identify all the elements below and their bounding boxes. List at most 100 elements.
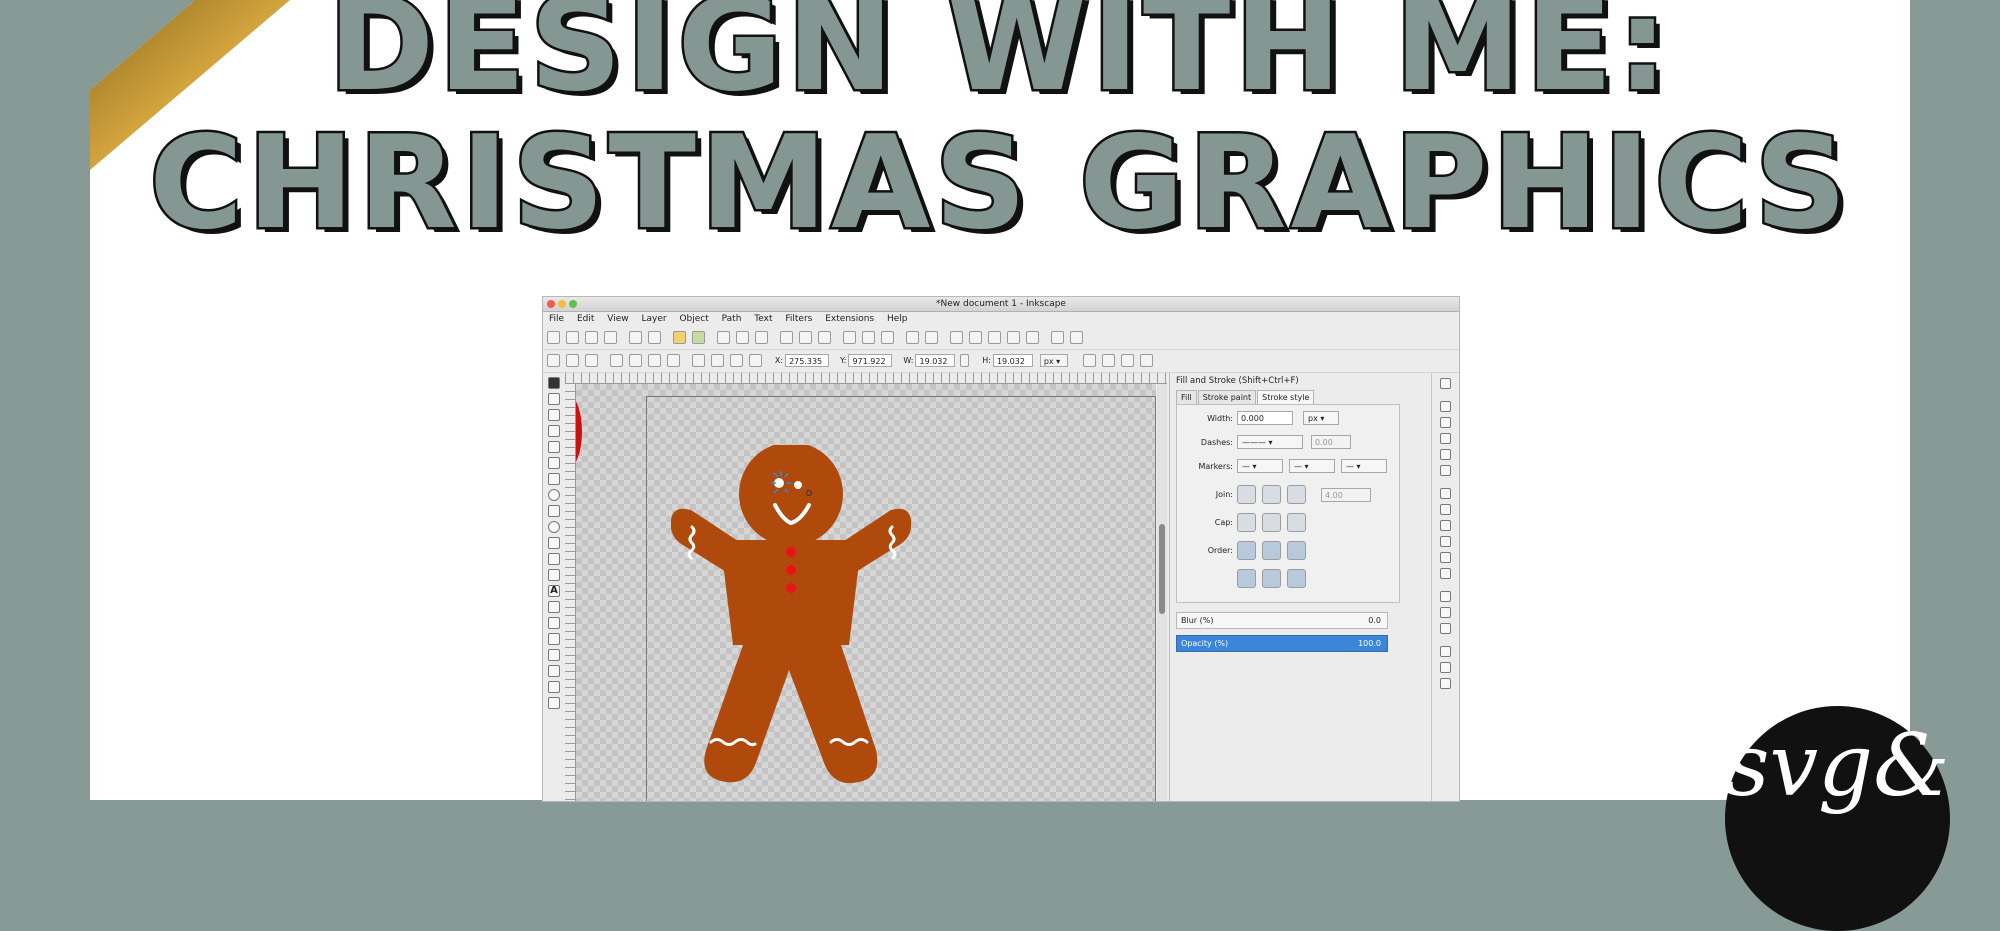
ellipse-tool-icon[interactable] xyxy=(548,489,560,501)
gingerbread-man[interactable] xyxy=(670,442,931,785)
cap-square-button[interactable] xyxy=(1287,513,1306,532)
join-bevel-button[interactable] xyxy=(1287,485,1306,504)
tab-fill[interactable]: Fill xyxy=(1176,390,1197,405)
scrollbar-thumb[interactable] xyxy=(1159,524,1165,614)
menu-text[interactable]: Text xyxy=(754,314,772,324)
lock-ratio-icon[interactable] xyxy=(960,354,970,367)
snap-bbox-midpoints-icon[interactable] xyxy=(1440,449,1451,460)
spiral-tool-icon[interactable] xyxy=(548,521,560,533)
ungroup-icon[interactable] xyxy=(925,331,938,344)
move-patterns-icon[interactable] xyxy=(1139,354,1153,367)
pencil-tool-icon[interactable] xyxy=(548,537,560,549)
cut-icon[interactable] xyxy=(736,331,749,344)
open-icon[interactable] xyxy=(566,331,579,344)
redo-icon[interactable] xyxy=(692,331,705,344)
order-stroke-fill-markers-button[interactable] xyxy=(1262,541,1281,560)
zoom-selection-icon[interactable] xyxy=(780,331,793,344)
flip-horizontal-icon[interactable] xyxy=(648,354,661,367)
miter-limit-field[interactable]: 4.00 xyxy=(1321,488,1371,502)
rectangle-tool-icon[interactable] xyxy=(548,457,560,469)
scale-stroke-icon[interactable] xyxy=(1082,354,1096,367)
dashes-offset-field[interactable]: 0.00 xyxy=(1311,435,1351,449)
paste-icon[interactable] xyxy=(755,331,768,344)
blur-slider[interactable]: Blur (%) 0.0 xyxy=(1176,612,1388,629)
dropper-tool-icon[interactable] xyxy=(548,681,560,693)
text-tool-icon[interactable]: A xyxy=(548,585,560,597)
raise-to-top-icon[interactable] xyxy=(692,354,705,367)
spray-tool-icon[interactable] xyxy=(548,601,560,613)
width-unit-select[interactable]: px ▾ xyxy=(1303,411,1339,425)
join-round-button[interactable] xyxy=(1262,485,1281,504)
measure-tool-icon[interactable] xyxy=(548,441,560,453)
copy-icon[interactable] xyxy=(717,331,730,344)
zoom-tool-icon[interactable] xyxy=(548,425,560,437)
scale-corners-icon[interactable] xyxy=(1101,354,1115,367)
start-marker-select[interactable]: — ▾ xyxy=(1237,459,1283,473)
y-field[interactable]: 971.922 xyxy=(848,354,893,367)
vertical-scrollbar[interactable] xyxy=(1157,384,1167,801)
xml-editor-icon[interactable] xyxy=(988,331,1001,344)
node-tool-icon[interactable] xyxy=(548,393,560,405)
snap-centers-icon[interactable] xyxy=(1440,591,1451,602)
move-gradients-icon[interactable] xyxy=(1120,354,1134,367)
group-icon[interactable] xyxy=(906,331,919,344)
tweak-tool-icon[interactable] xyxy=(548,409,560,421)
snap-enable-icon[interactable] xyxy=(1440,378,1451,389)
deselect-icon[interactable] xyxy=(585,354,598,367)
mesh-tool-icon[interactable] xyxy=(548,665,560,677)
print-icon[interactable] xyxy=(604,331,617,344)
w-field[interactable]: 19.032 xyxy=(915,354,956,367)
close-window-button[interactable] xyxy=(547,300,555,308)
zoom-page-icon[interactable] xyxy=(818,331,831,344)
menu-help[interactable]: Help xyxy=(887,314,908,324)
menu-view[interactable]: View xyxy=(607,314,628,324)
snap-midpoints-icon[interactable] xyxy=(1440,568,1451,579)
menu-edit[interactable]: Edit xyxy=(577,314,594,324)
gradient-tool-icon[interactable] xyxy=(548,649,560,661)
rotate-cw-icon[interactable] xyxy=(629,354,642,367)
menu-object[interactable]: Object xyxy=(679,314,708,324)
document-properties-icon[interactable] xyxy=(1051,331,1064,344)
minimize-window-button[interactable] xyxy=(558,300,566,308)
snap-guides-icon[interactable] xyxy=(1440,678,1451,689)
cap-round-button[interactable] xyxy=(1262,513,1281,532)
zoom-drawing-icon[interactable] xyxy=(799,331,812,344)
new-document-icon[interactable] xyxy=(547,331,560,344)
flip-vertical-icon[interactable] xyxy=(667,354,680,367)
unit-select[interactable]: px ▾ xyxy=(1039,354,1068,367)
canvas[interactable] xyxy=(576,384,1156,801)
order-fill-markers-stroke-button[interactable] xyxy=(1287,541,1306,560)
export-icon[interactable] xyxy=(648,331,661,344)
tab-stroke-paint[interactable]: Stroke paint xyxy=(1197,390,1257,405)
box-3d-tool-icon[interactable] xyxy=(548,473,560,485)
fill-stroke-icon[interactable] xyxy=(950,331,963,344)
dashes-pattern-select[interactable]: ——— ▾ xyxy=(1237,435,1303,449)
paint-bucket-tool-icon[interactable] xyxy=(548,633,560,645)
order-stroke-markers-fill-button[interactable] xyxy=(1262,569,1281,588)
end-marker-select[interactable]: — ▾ xyxy=(1341,459,1387,473)
snap-nodes-icon[interactable] xyxy=(1440,488,1451,499)
snap-bbox-corners-icon[interactable] xyxy=(1440,433,1451,444)
snap-text-baseline-icon[interactable] xyxy=(1440,623,1451,634)
snap-bbox-centers-icon[interactable] xyxy=(1440,465,1451,476)
partial-red-shape[interactable] xyxy=(576,394,582,469)
order-fill-stroke-markers-button[interactable] xyxy=(1237,541,1256,560)
preferences-icon[interactable] xyxy=(1070,331,1083,344)
eraser-tool-icon[interactable] xyxy=(548,617,560,629)
calligraphy-tool-icon[interactable] xyxy=(548,569,560,581)
join-miter-button[interactable] xyxy=(1237,485,1256,504)
order-markers-stroke-fill-button[interactable] xyxy=(1287,569,1306,588)
tab-stroke-style[interactable]: Stroke style xyxy=(1257,390,1315,405)
layers-icon[interactable] xyxy=(1007,331,1020,344)
snap-bbox-icon[interactable] xyxy=(1440,401,1451,412)
snap-page-border-icon[interactable] xyxy=(1440,646,1451,657)
snap-rotation-centers-icon[interactable] xyxy=(1440,607,1451,618)
snap-cusp-nodes-icon[interactable] xyxy=(1440,536,1451,547)
maximize-window-button[interactable] xyxy=(569,300,577,308)
unlink-clone-icon[interactable] xyxy=(881,331,894,344)
pen-tool-icon[interactable] xyxy=(548,553,560,565)
snap-intersections-icon[interactable] xyxy=(1440,520,1451,531)
lower-icon[interactable] xyxy=(730,354,743,367)
snap-smooth-nodes-icon[interactable] xyxy=(1440,552,1451,563)
connector-tool-icon[interactable] xyxy=(548,697,560,709)
